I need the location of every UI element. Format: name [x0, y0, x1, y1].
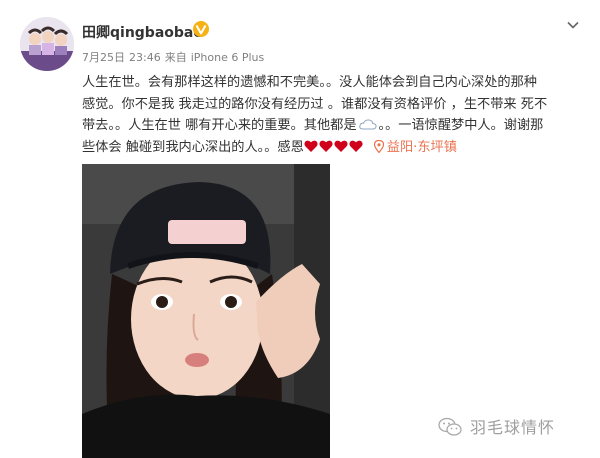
post-line: 。。一语惊醒梦中人。谢谢那 — [378, 118, 544, 133]
watermark: 羽毛球情怀 — [438, 414, 555, 438]
post-time[interactable]: 23:46 — [129, 51, 161, 64]
post-date[interactable]: 7月25日 — [82, 51, 125, 64]
heart-emoji-icon — [304, 140, 318, 152]
post-line: 带去。。人生在世 哪有开心来的重要。其他都是 — [82, 118, 357, 133]
vip-badge-icon — [193, 21, 209, 37]
heart-emoji-icon — [349, 140, 363, 152]
post-line-group: 带去。。人生在世 哪有开心来的重要。其他都是 。。一语惊醒梦中人。谢谢那 — [82, 115, 582, 137]
post-text: 人生在世。会有那样这样的遗憾和不完美。。没人能体会到自己内心深处的那种 感觉。你… — [82, 72, 582, 158]
avatar-image — [20, 17, 74, 71]
location-pin-icon — [373, 139, 384, 153]
post-line: 人生在世。会有那样这样的遗憾和不完美。。没人能体会到自己内心深处的那种 — [82, 75, 537, 90]
avatar[interactable] — [20, 17, 74, 71]
chevron-down-icon[interactable] — [565, 17, 581, 33]
post-source[interactable]: iPhone 6 Plus — [191, 51, 265, 64]
post-meta: 7月25日 23:46 来自 iPhone 6 Plus — [82, 49, 264, 65]
username-link[interactable]: 田卿qingbaobao — [82, 22, 203, 42]
cloud-emoji-icon — [358, 119, 377, 130]
post-line: 感觉。你不是我 我走过的路你没有经历过 。谁都没有资格评价 ，生不带来 死不 — [82, 96, 548, 112]
source-prefix: 来自 — [164, 51, 187, 64]
post-line-group: 些体会 触碰到我内心深出的人。。感恩 益阳·东坪镇 — [82, 137, 582, 159]
post-line: 些体会 触碰到我内心深出的人。。感恩 — [82, 139, 304, 155]
post-photo[interactable] — [82, 164, 330, 458]
heart-emoji-icon — [334, 140, 348, 152]
selfie-photo — [82, 164, 330, 458]
heart-emoji-icon — [319, 140, 333, 152]
wechat-logo-icon — [438, 417, 462, 436]
location-link[interactable]: 益阳·东坪镇 — [387, 140, 457, 155]
watermark-text: 羽毛球情怀 — [470, 418, 556, 437]
